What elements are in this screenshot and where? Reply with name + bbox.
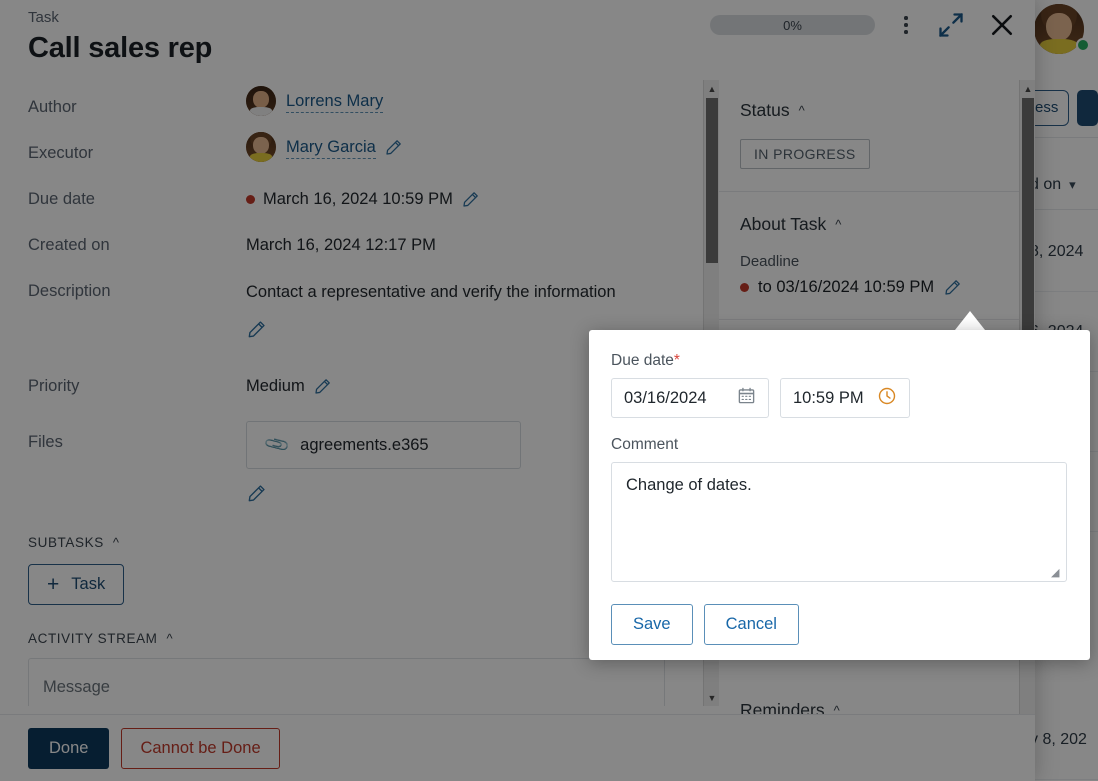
popup-pointer-arrow	[955, 311, 985, 330]
required-marker: *	[673, 352, 680, 369]
time-input[interactable]: 10:59 PM	[780, 378, 910, 418]
popup-comment-label: Comment	[611, 436, 679, 453]
calendar-icon[interactable]	[737, 386, 756, 410]
comment-textarea[interactable]: Change of dates. ◢	[611, 462, 1067, 582]
date-input[interactable]: 03/16/2024	[611, 378, 769, 418]
due-date-popup: Due date* 03/16/2024 10:59 PM Comment Ch…	[589, 330, 1090, 660]
popup-datetime-row: 03/16/2024 10:59 PM	[611, 378, 1068, 418]
clock-icon[interactable]	[877, 386, 897, 411]
popup-due-date-label-text: Due date	[611, 352, 674, 369]
popup-actions: Save Cancel	[611, 604, 1068, 645]
time-input-value: 10:59 PM	[793, 388, 864, 407]
cancel-button[interactable]: Cancel	[703, 604, 799, 645]
comment-value: Change of dates.	[626, 476, 752, 494]
popup-due-date-label: Due date*	[611, 352, 1068, 370]
resize-grip-icon[interactable]: ◢	[1051, 567, 1063, 579]
save-button[interactable]: Save	[611, 604, 693, 645]
date-input-value: 03/16/2024	[624, 388, 707, 407]
